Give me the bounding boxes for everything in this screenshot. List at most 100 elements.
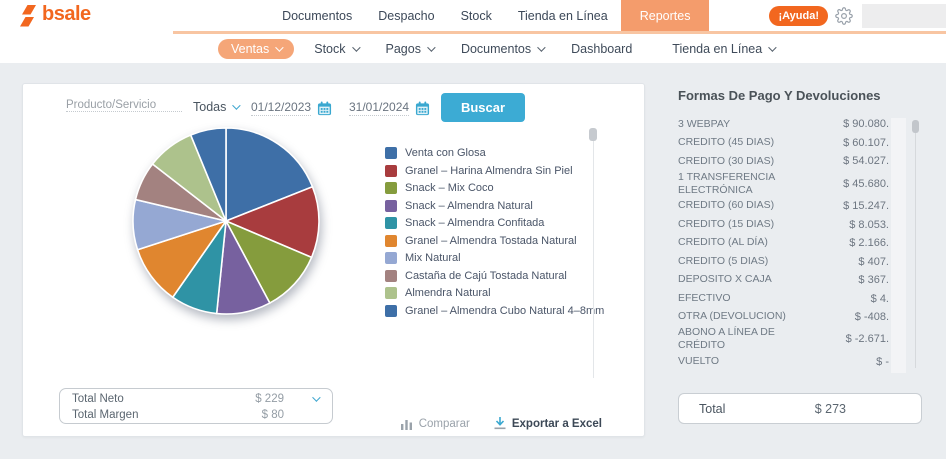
subnav-item-label: Documentos bbox=[461, 42, 531, 56]
top-nav-item[interactable]: Reportes bbox=[621, 0, 710, 31]
chevron-down-icon[interactable] bbox=[312, 393, 320, 401]
payment-value: $ 54.027. bbox=[843, 155, 889, 167]
legend-item[interactable]: Granel – Harina Almendra Sin Piel bbox=[385, 164, 613, 179]
payment-value: $ -2.671. bbox=[846, 333, 889, 345]
export-excel-button[interactable]: Exportar a Excel bbox=[494, 417, 602, 430]
chevron-down-icon bbox=[352, 43, 360, 51]
payment-row[interactable]: OTRA (DEVOLUCION) $ -408. bbox=[678, 308, 889, 327]
payment-row[interactable]: 1 TRANSFERENCIA ELECTRÓNICA $ 45.680. bbox=[678, 171, 889, 197]
subnav-item-label: Tienda en Línea bbox=[672, 42, 762, 56]
payment-value: $ 60.107. bbox=[843, 137, 889, 149]
payment-row[interactable]: EFECTIVO $ 4. bbox=[678, 289, 889, 308]
legend-item[interactable]: Mix Natural bbox=[385, 251, 613, 266]
payments-scroll-track[interactable] bbox=[891, 118, 906, 373]
top-nav-item-label: Despacho bbox=[378, 9, 434, 23]
legend-item[interactable]: Granel – Almendra Cubo Natural 4–8mm bbox=[385, 304, 613, 319]
chevron-down-icon bbox=[233, 101, 241, 109]
top-nav-item[interactable]: Documentos bbox=[269, 0, 365, 31]
card-scrollbar-thumb[interactable] bbox=[589, 128, 597, 141]
legend-swatch bbox=[385, 287, 397, 299]
legend-label: Mix Natural bbox=[405, 251, 461, 266]
product-service-input[interactable] bbox=[66, 99, 182, 112]
payment-value: $ 8.053. bbox=[849, 219, 889, 231]
payment-label: CREDITO (5 DIAS) bbox=[678, 255, 768, 268]
subnav-item[interactable]: Stock bbox=[306, 39, 365, 59]
header-accent-line bbox=[173, 31, 946, 34]
payment-methods-panel: Formas De Pago Y Devoluciones 3 WEBPAY $… bbox=[656, 63, 946, 459]
subnav-item[interactable]: Tienda en Línea bbox=[664, 39, 782, 59]
legend-swatch bbox=[385, 305, 397, 317]
card-scrollbar-track[interactable] bbox=[593, 128, 594, 378]
payment-label: 1 TRANSFERENCIA ELECTRÓNICA bbox=[678, 171, 818, 197]
payment-row[interactable]: ABONO A LÍNEA DE CRÉDITO $ -2.671. bbox=[678, 326, 889, 352]
legend-item[interactable]: Castaña de Cajú Tostada Natural bbox=[385, 269, 613, 284]
top-nav-item[interactable]: Stock bbox=[448, 0, 505, 31]
top-nav-item-label: Tienda en Línea bbox=[518, 9, 608, 23]
payments-scrollbar-track[interactable] bbox=[915, 120, 916, 368]
chart-legend: Venta con Glosa Granel – Harina Almendra… bbox=[385, 146, 613, 321]
legend-swatch bbox=[385, 147, 397, 159]
legend-item[interactable]: Snack – Mix Coco bbox=[385, 181, 613, 196]
legend-item[interactable]: Venta con Glosa bbox=[385, 146, 613, 161]
payment-row[interactable]: VUELTO $ - bbox=[678, 353, 889, 372]
search-button[interactable]: Buscar bbox=[441, 93, 525, 122]
payment-row[interactable]: CREDITO (5 DIAS) $ 407. bbox=[678, 252, 889, 271]
payments-total-label: Total bbox=[699, 402, 725, 416]
calendar-icon[interactable] bbox=[317, 101, 332, 116]
card-actions: Comparar Exportar a Excel bbox=[401, 417, 602, 430]
top-nav-item-label: Reportes bbox=[640, 9, 691, 23]
bsale-logo[interactable]: bsale bbox=[20, 4, 91, 27]
legend-label: Snack – Almendra Natural bbox=[405, 199, 533, 214]
totals-box[interactable]: Total Neto $ 229 Total Margen $ 80 bbox=[59, 388, 333, 424]
legend-label: Venta con Glosa bbox=[405, 146, 486, 161]
gear-icon[interactable] bbox=[835, 7, 853, 25]
subnav-item[interactable]: Pagos bbox=[378, 39, 441, 59]
total-margen-value: $ 80 bbox=[222, 409, 284, 421]
payment-row[interactable]: CREDITO (15 DIAS) $ 8.053. bbox=[678, 215, 889, 234]
legend-item[interactable]: Almendra Natural bbox=[385, 286, 613, 301]
payment-row[interactable]: CREDITO (60 DIAS) $ 15.247. bbox=[678, 197, 889, 216]
total-margen-label: Total Margen bbox=[72, 409, 138, 421]
download-icon bbox=[494, 417, 506, 430]
payment-value: $ 4. bbox=[871, 293, 889, 305]
category-select[interactable]: Todas bbox=[193, 100, 238, 114]
top-nav-item-label: Stock bbox=[461, 9, 492, 23]
main-content: Todas 01/12/2023 31/01/2024 bbox=[0, 63, 946, 459]
legend-item[interactable]: Snack – Almendra Natural bbox=[385, 199, 613, 214]
payment-row[interactable]: 3 WEBPAY $ 90.080. bbox=[678, 115, 889, 134]
calendar-icon[interactable] bbox=[415, 101, 430, 116]
top-nav-item[interactable]: Tienda en Línea bbox=[505, 0, 621, 31]
account-area-placeholder[interactable] bbox=[862, 4, 946, 28]
payment-row[interactable]: CREDITO (30 DIAS) $ 54.027. bbox=[678, 152, 889, 171]
payment-value: $ 367. bbox=[858, 274, 889, 286]
payments-scrollbar-thumb[interactable] bbox=[912, 120, 919, 133]
compare-button[interactable]: Comparar bbox=[401, 418, 470, 430]
subnav-item[interactable]: Ventas bbox=[218, 39, 294, 59]
legend-item[interactable]: Granel – Almendra Tostada Natural bbox=[385, 234, 613, 249]
top-nav-item[interactable]: Despacho bbox=[365, 0, 447, 31]
top-nav-item-label: Documentos bbox=[282, 9, 352, 23]
payment-row[interactable]: DEPOSITO X CAJA $ 367. bbox=[678, 271, 889, 290]
payment-label: CREDITO (AL DÍA) bbox=[678, 236, 768, 249]
subnav-item-label: Dashboard bbox=[571, 42, 632, 56]
category-selected-label: Todas bbox=[193, 100, 226, 114]
legend-label: Granel – Harina Almendra Sin Piel bbox=[405, 164, 573, 179]
payment-row[interactable]: CREDITO (AL DÍA) $ 2.166. bbox=[678, 234, 889, 253]
help-button[interactable]: ¡Ayuda! bbox=[769, 6, 828, 26]
subnav-item[interactable]: Documentos bbox=[453, 39, 551, 59]
chevron-down-icon bbox=[427, 43, 435, 51]
date-from-field[interactable]: 01/12/2023 bbox=[251, 100, 332, 116]
date-to-field[interactable]: 31/01/2024 bbox=[349, 100, 430, 116]
subnav-item[interactable]: Dashboard bbox=[563, 39, 652, 59]
legend-label: Snack – Almendra Confitada bbox=[405, 216, 544, 231]
payment-value: $ 45.680. bbox=[843, 178, 889, 190]
payment-label: 3 WEBPAY bbox=[678, 118, 730, 131]
payment-label: CREDITO (30 DIAS) bbox=[678, 155, 774, 168]
legend-label: Granel – Almendra Tostada Natural bbox=[405, 234, 577, 249]
date-to-value: 31/01/2024 bbox=[349, 100, 409, 116]
payment-row[interactable]: CREDITO (45 DIAS) $ 60.107. bbox=[678, 134, 889, 153]
reports-subnav: Ventas Stock Pagos Documentos Dashboard bbox=[0, 34, 946, 63]
legend-swatch bbox=[385, 252, 397, 264]
legend-swatch bbox=[385, 235, 397, 247]
legend-item[interactable]: Snack – Almendra Confitada bbox=[385, 216, 613, 231]
